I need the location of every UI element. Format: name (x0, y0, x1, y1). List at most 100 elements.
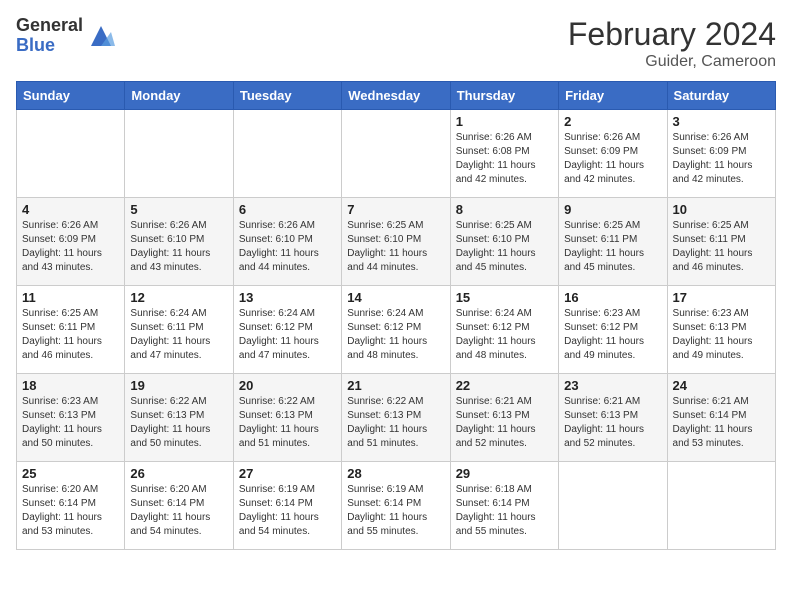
logo-text: General Blue (16, 16, 83, 56)
day-number: 10 (673, 202, 770, 217)
day-number: 4 (22, 202, 119, 217)
day-info: Sunrise: 6:25 AM Sunset: 6:10 PM Dayligh… (347, 220, 427, 273)
day-info: Sunrise: 6:26 AM Sunset: 6:09 PM Dayligh… (564, 132, 644, 185)
day-number: 12 (130, 290, 227, 305)
day-info: Sunrise: 6:21 AM Sunset: 6:13 PM Dayligh… (564, 396, 644, 449)
page-header: General Blue February 2024 Guider, Camer… (16, 16, 776, 71)
calendar-day-cell: 1Sunrise: 6:26 AM Sunset: 6:08 PM Daylig… (450, 110, 558, 198)
calendar-day-cell: 18 Sunrise: 6:23 AM Sunset: 6:13 PM Dayli… (17, 374, 125, 462)
calendar-day-cell: 23 Sunrise: 6:21 AM Sunset: 6:13 PM Dayli… (559, 374, 667, 462)
calendar-header-row: SundayMondayTuesdayWednesdayThursdayFrid… (17, 82, 776, 110)
day-info: Sunrise: 6:26 AM Sunset: 6:09 PM Dayligh… (673, 132, 753, 185)
day-number: 13 (239, 290, 336, 305)
day-number: 25 (22, 466, 119, 481)
day-info: Sunrise: 6:23 AM Sunset: 6:12 PM Dayligh… (564, 308, 644, 361)
day-info: Sunrise: 6:25 AM Sunset: 6:10 PM Dayligh… (456, 220, 536, 273)
calendar-title: February 2024 (568, 16, 776, 53)
calendar-day-cell: 13 Sunrise: 6:24 AM Sunset: 6:12 PM Dayli… (233, 286, 341, 374)
column-header-saturday: Saturday (667, 82, 775, 110)
calendar-day-cell: 6Sunrise: 6:26 AM Sunset: 6:10 PM Daylig… (233, 198, 341, 286)
day-info: Sunrise: 6:26 AM Sunset: 6:10 PM Dayligh… (239, 220, 319, 273)
day-info: Sunrise: 6:24 AM Sunset: 6:12 PM Dayligh… (347, 308, 427, 361)
column-header-thursday: Thursday (450, 82, 558, 110)
day-number: 11 (22, 290, 119, 305)
calendar-day-cell: 24 Sunrise: 6:21 AM Sunset: 6:14 PM Dayli… (667, 374, 775, 462)
calendar-table: SundayMondayTuesdayWednesdayThursdayFrid… (16, 81, 776, 550)
day-info: Sunrise: 6:26 AM Sunset: 6:09 PM Dayligh… (22, 220, 102, 273)
day-info: Sunrise: 6:25 AM Sunset: 6:11 PM Dayligh… (22, 308, 102, 361)
calendar-day-cell: 2Sunrise: 6:26 AM Sunset: 6:09 PM Daylig… (559, 110, 667, 198)
day-info: Sunrise: 6:22 AM Sunset: 6:13 PM Dayligh… (130, 396, 210, 449)
day-info: Sunrise: 6:24 AM Sunset: 6:11 PM Dayligh… (130, 308, 210, 361)
day-info: Sunrise: 6:23 AM Sunset: 6:13 PM Dayligh… (673, 308, 753, 361)
calendar-day-cell: 11 Sunrise: 6:25 AM Sunset: 6:11 PM Dayli… (17, 286, 125, 374)
calendar-week-row: 25 Sunrise: 6:20 AM Sunset: 6:14 PM Dayli… (17, 462, 776, 550)
calendar-day-cell: 16 Sunrise: 6:23 AM Sunset: 6:12 PM Dayli… (559, 286, 667, 374)
calendar-day-cell: 25 Sunrise: 6:20 AM Sunset: 6:14 PM Dayli… (17, 462, 125, 550)
calendar-day-cell (667, 462, 775, 550)
logo-general: General (16, 16, 83, 36)
day-number: 20 (239, 378, 336, 393)
calendar-day-cell: 8 Sunrise: 6:25 AM Sunset: 6:10 PM Daylig… (450, 198, 558, 286)
day-info: Sunrise: 6:26 AM Sunset: 6:08 PM Dayligh… (456, 132, 536, 185)
day-number: 29 (456, 466, 553, 481)
day-number: 27 (239, 466, 336, 481)
column-header-wednesday: Wednesday (342, 82, 450, 110)
day-info: Sunrise: 6:22 AM Sunset: 6:13 PM Dayligh… (239, 396, 319, 449)
calendar-day-cell (342, 110, 450, 198)
day-number: 18 (22, 378, 119, 393)
column-header-sunday: Sunday (17, 82, 125, 110)
logo-blue: Blue (16, 36, 83, 56)
day-number: 28 (347, 466, 444, 481)
day-info: Sunrise: 6:19 AM Sunset: 6:14 PM Dayligh… (239, 484, 319, 537)
calendar-day-cell: 12 Sunrise: 6:24 AM Sunset: 6:11 PM Dayli… (125, 286, 233, 374)
title-block: February 2024 Guider, Cameroon (568, 16, 776, 71)
day-number: 26 (130, 466, 227, 481)
day-info: Sunrise: 6:19 AM Sunset: 6:14 PM Dayligh… (347, 484, 427, 537)
logo: General Blue (16, 16, 115, 56)
day-info: Sunrise: 6:22 AM Sunset: 6:13 PM Dayligh… (347, 396, 427, 449)
day-info: Sunrise: 6:24 AM Sunset: 6:12 PM Dayligh… (239, 308, 319, 361)
day-info: Sunrise: 6:20 AM Sunset: 6:14 PM Dayligh… (130, 484, 210, 537)
calendar-day-cell: 10 Sunrise: 6:25 AM Sunset: 6:11 PM Dayli… (667, 198, 775, 286)
day-number: 3 (673, 114, 770, 129)
day-info: Sunrise: 6:24 AM Sunset: 6:12 PM Dayligh… (456, 308, 536, 361)
calendar-day-cell: 28 Sunrise: 6:19 AM Sunset: 6:14 PM Dayli… (342, 462, 450, 550)
day-number: 5 (130, 202, 227, 217)
day-number: 23 (564, 378, 661, 393)
day-info: Sunrise: 6:26 AM Sunset: 6:10 PM Dayligh… (130, 220, 210, 273)
calendar-day-cell: 9Sunrise: 6:25 AM Sunset: 6:11 PM Daylig… (559, 198, 667, 286)
day-info: Sunrise: 6:20 AM Sunset: 6:14 PM Dayligh… (22, 484, 102, 537)
calendar-week-row: 11 Sunrise: 6:25 AM Sunset: 6:11 PM Dayli… (17, 286, 776, 374)
calendar-week-row: 4 Sunrise: 6:26 AM Sunset: 6:09 PM Daylig… (17, 198, 776, 286)
day-number: 16 (564, 290, 661, 305)
day-info: Sunrise: 6:21 AM Sunset: 6:14 PM Dayligh… (673, 396, 753, 449)
day-info: Sunrise: 6:18 AM Sunset: 6:14 PM Dayligh… (456, 484, 536, 537)
calendar-day-cell: 29 Sunrise: 6:18 AM Sunset: 6:14 PM Dayli… (450, 462, 558, 550)
calendar-week-row: 18 Sunrise: 6:23 AM Sunset: 6:13 PM Dayli… (17, 374, 776, 462)
day-number: 14 (347, 290, 444, 305)
day-number: 7 (347, 202, 444, 217)
day-number: 24 (673, 378, 770, 393)
calendar-day-cell (559, 462, 667, 550)
day-number: 8 (456, 202, 553, 217)
calendar-day-cell (233, 110, 341, 198)
calendar-day-cell (17, 110, 125, 198)
calendar-day-cell: 21 Sunrise: 6:22 AM Sunset: 6:13 PM Dayli… (342, 374, 450, 462)
day-number: 22 (456, 378, 553, 393)
calendar-day-cell: 20 Sunrise: 6:22 AM Sunset: 6:13 PM Dayli… (233, 374, 341, 462)
day-info: Sunrise: 6:25 AM Sunset: 6:11 PM Dayligh… (673, 220, 753, 273)
column-header-friday: Friday (559, 82, 667, 110)
day-info: Sunrise: 6:25 AM Sunset: 6:11 PM Dayligh… (564, 220, 644, 273)
calendar-subtitle: Guider, Cameroon (568, 53, 776, 71)
calendar-day-cell: 22Sunrise: 6:21 AM Sunset: 6:13 PM Dayli… (450, 374, 558, 462)
day-info: Sunrise: 6:23 AM Sunset: 6:13 PM Dayligh… (22, 396, 102, 449)
calendar-day-cell: 7 Sunrise: 6:25 AM Sunset: 6:10 PM Daylig… (342, 198, 450, 286)
calendar-day-cell: 17Sunrise: 6:23 AM Sunset: 6:13 PM Dayli… (667, 286, 775, 374)
calendar-day-cell: 14 Sunrise: 6:24 AM Sunset: 6:12 PM Dayli… (342, 286, 450, 374)
column-header-monday: Monday (125, 82, 233, 110)
calendar-day-cell: 27 Sunrise: 6:19 AM Sunset: 6:14 PM Dayli… (233, 462, 341, 550)
calendar-week-row: 1Sunrise: 6:26 AM Sunset: 6:08 PM Daylig… (17, 110, 776, 198)
day-number: 15 (456, 290, 553, 305)
day-number: 21 (347, 378, 444, 393)
